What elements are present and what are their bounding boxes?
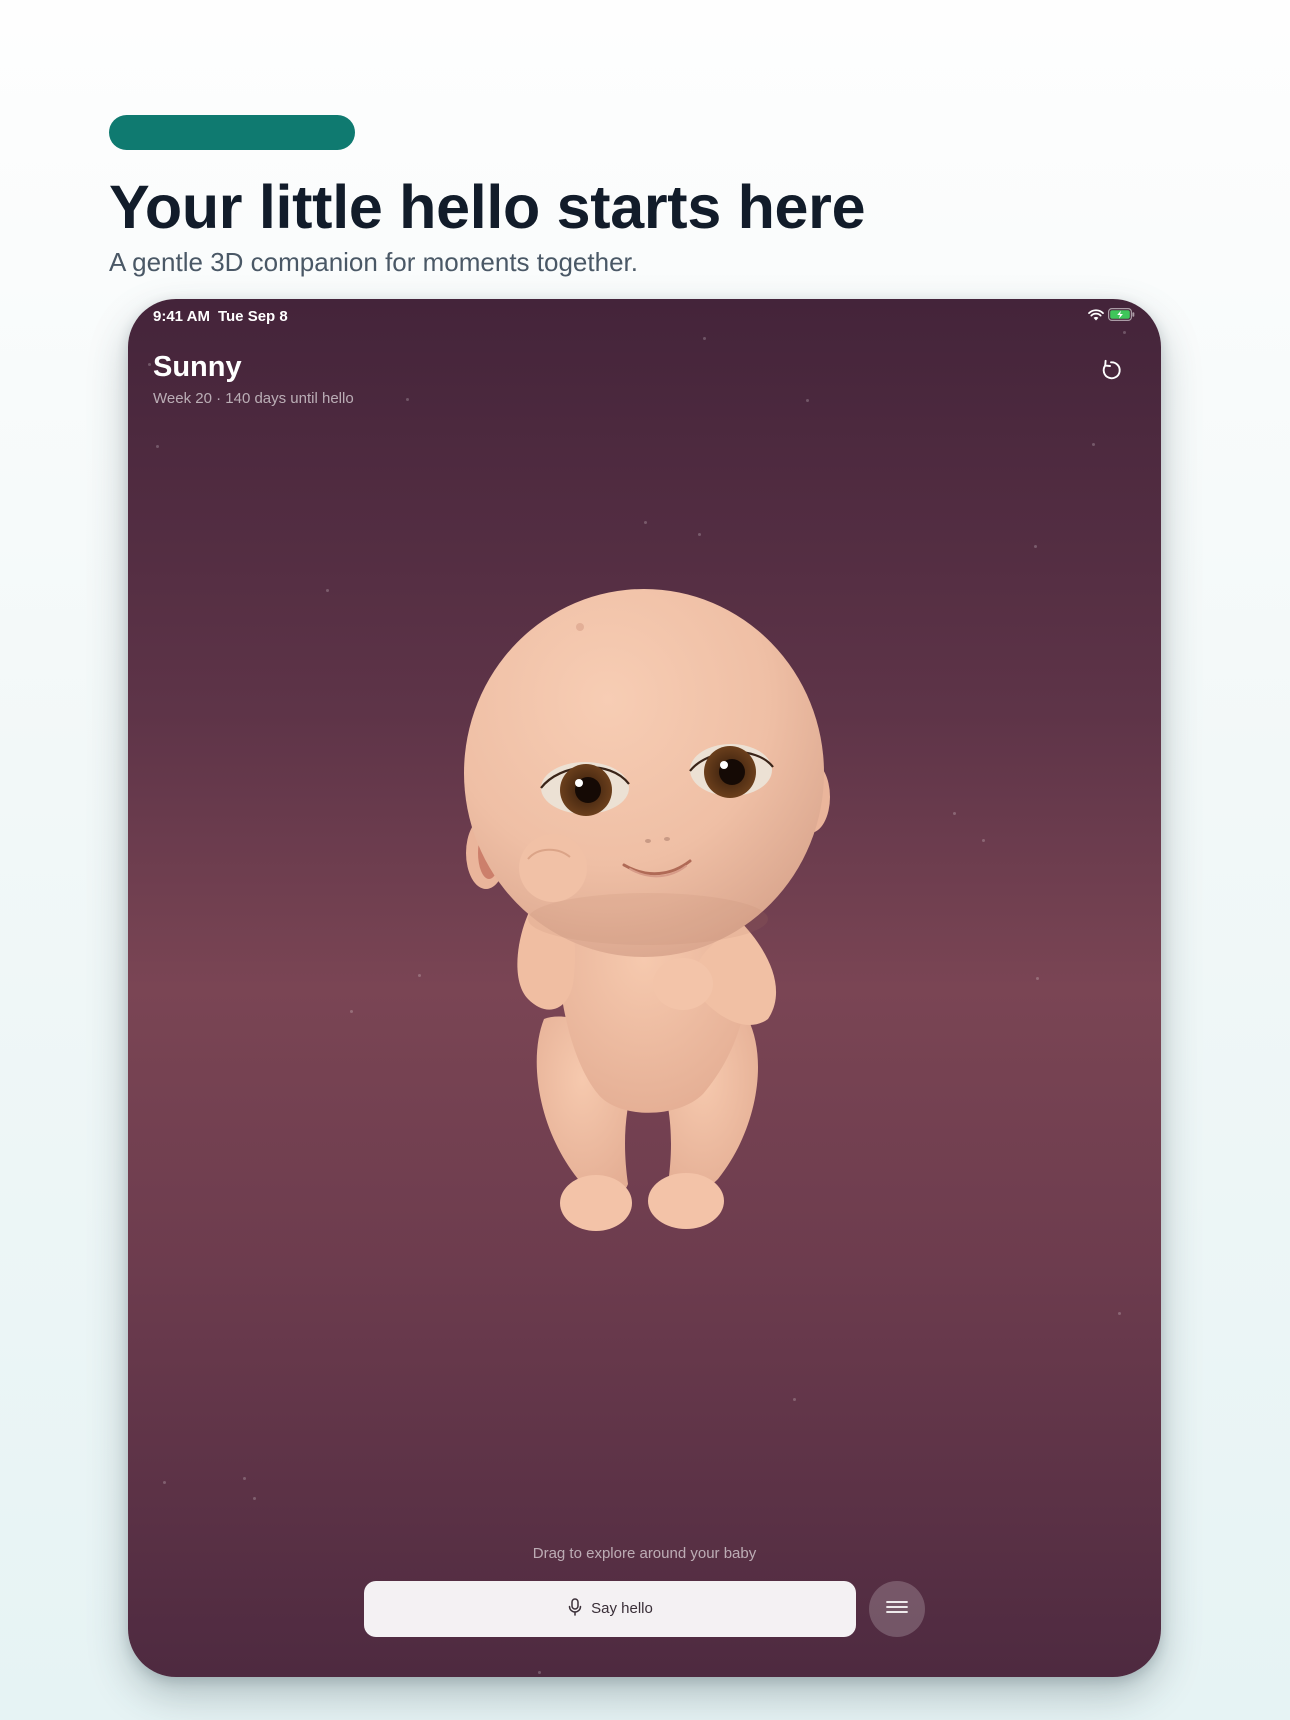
wifi-icon	[1088, 308, 1104, 321]
say-hello-button[interactable]: Say hello	[364, 1581, 856, 1637]
baby-3d-model[interactable]	[448, 589, 848, 1279]
status-date-text: Tue Sep 8	[217, 308, 288, 325]
menu-icon	[886, 1600, 908, 1619]
say-hello-label: Say hello	[591, 1600, 653, 1617]
page-subheadline: A gentle 3D companion for moments togeth…	[109, 247, 638, 277]
status-time-text: 9:41 AM	[153, 308, 210, 325]
reset-view-button[interactable]	[1093, 354, 1129, 390]
accent-pill	[109, 115, 355, 150]
baby-name: Sunny	[153, 351, 242, 383]
drag-hint-text: Drag to explore around your baby	[532, 1545, 757, 1562]
menu-button[interactable]	[869, 1581, 925, 1637]
microphone-icon	[567, 1597, 583, 1621]
status-bar-icons	[1088, 308, 1135, 321]
battery-charging-icon	[1108, 308, 1135, 321]
reset-icon	[1099, 358, 1123, 387]
page-headline: Your little hello starts here	[109, 173, 866, 241]
tablet-device-frame: 9:41 AM Tue Sep 8 Sunny Week 20 · 140 day…	[128, 299, 1161, 1677]
status-bar-time: 9:41 AM Tue Sep 8	[153, 308, 288, 326]
baby-countdown: Week 20 · 140 days until hello	[153, 390, 354, 407]
